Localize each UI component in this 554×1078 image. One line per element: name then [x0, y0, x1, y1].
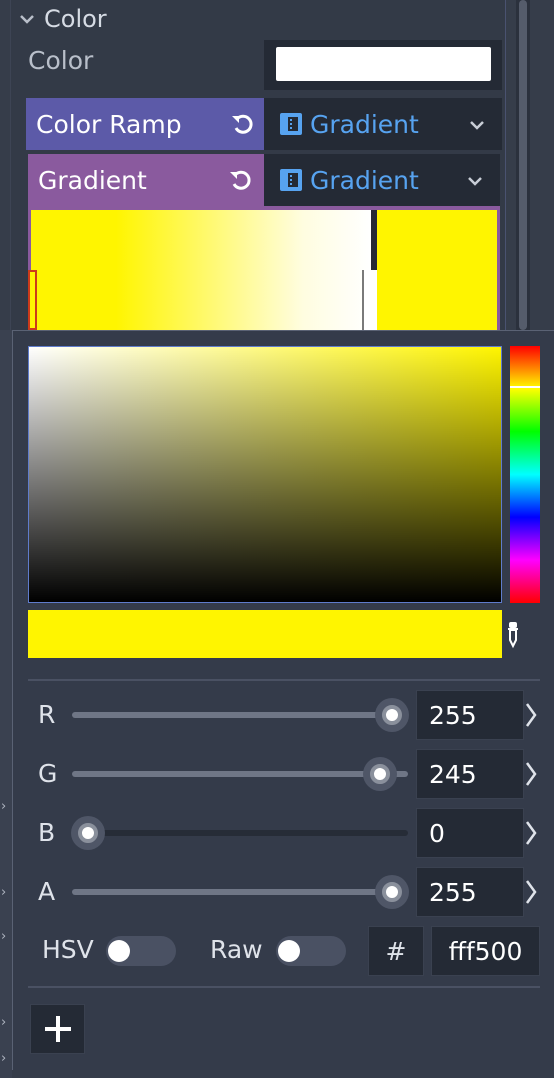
- hue-slider[interactable]: [510, 346, 540, 603]
- revert-icon[interactable]: [226, 165, 256, 195]
- slider-knob: [369, 764, 390, 784]
- chevron-right-icon[interactable]: ›: [1, 800, 11, 814]
- color-ramp-resource-picker[interactable]: Gradient: [264, 98, 502, 150]
- toggle-knob: [278, 940, 300, 962]
- channel-slider-b[interactable]: [72, 830, 408, 836]
- channel-value-b[interactable]: 0: [416, 808, 524, 858]
- chevron-right-icon[interactable]: ›: [1, 930, 11, 944]
- hsv-label: HSV: [42, 935, 94, 964]
- add-preset-button[interactable]: [30, 1004, 85, 1054]
- gradient-resource-name: Gradient: [310, 165, 419, 195]
- gradient-label: Gradient: [38, 165, 147, 195]
- chevron-down-icon[interactable]: [466, 172, 484, 190]
- color-swatch[interactable]: [276, 47, 491, 81]
- plus-icon: [44, 1016, 71, 1042]
- chevron-right-icon[interactable]: ›: [1, 1016, 11, 1030]
- hsv-toggle[interactable]: [106, 936, 176, 966]
- gradient-resource-picker[interactable]: Gradient: [264, 154, 500, 206]
- color-ramp-label: Color Ramp: [36, 109, 182, 139]
- channel-label-r: R: [38, 700, 56, 729]
- saturation-value-picker[interactable]: [28, 346, 502, 603]
- channel-value-g[interactable]: 245: [416, 749, 524, 799]
- gradient-stop-handle[interactable]: [362, 270, 377, 330]
- chevron-right-icon[interactable]: [524, 818, 538, 848]
- inspector-left-strip: [0, 330, 12, 1078]
- channel-label-b: B: [38, 818, 56, 847]
- channel-label-a: A: [38, 877, 56, 906]
- gradient-resource-icon: [280, 113, 302, 135]
- section-title: Color: [44, 5, 107, 33]
- gradient-bar[interactable]: [31, 210, 371, 330]
- eyedropper-icon[interactable]: [504, 620, 522, 650]
- color-preview: [28, 610, 502, 658]
- property-label-gradient: Gradient: [28, 154, 264, 206]
- color-ramp-resource-name: Gradient: [310, 109, 419, 139]
- separator: [28, 986, 540, 988]
- channel-slider-r[interactable]: [72, 712, 408, 718]
- gradient-selected-color-preview[interactable]: [377, 210, 497, 330]
- separator: [28, 679, 540, 681]
- gradient-resource-icon: [280, 169, 302, 191]
- section-color-header[interactable]: Color: [18, 4, 107, 34]
- chevron-right-icon[interactable]: [524, 877, 538, 907]
- channel-value-r[interactable]: 255: [416, 690, 524, 740]
- channel-value-a[interactable]: 255: [416, 867, 524, 917]
- chevron-right-icon[interactable]: [524, 759, 538, 789]
- property-label-color: Color: [28, 46, 94, 75]
- slider-knob: [78, 823, 98, 843]
- slider-grabber[interactable]: [362, 757, 397, 791]
- revert-icon[interactable]: [228, 109, 258, 139]
- toggle-knob: [108, 940, 130, 962]
- scrollbar-thumb[interactable]: [519, 0, 527, 330]
- hex-input[interactable]: fff500: [431, 926, 540, 976]
- slider-grabber[interactable]: [375, 698, 409, 732]
- property-label-color-ramp: Color Ramp: [26, 98, 264, 150]
- channel-slider-g[interactable]: [72, 771, 408, 777]
- chevron-down-icon: [20, 15, 34, 24]
- slider-grabber[interactable]: [375, 875, 409, 909]
- hex-hash-button[interactable]: #: [368, 926, 424, 976]
- gradient-stop-handle[interactable]: [28, 270, 37, 330]
- raw-toggle[interactable]: [276, 936, 346, 966]
- slider-knob: [382, 705, 402, 725]
- chevron-right-icon[interactable]: [524, 700, 538, 730]
- channel-label-g: G: [38, 759, 58, 788]
- slider-grabber[interactable]: [71, 816, 105, 850]
- chevron-right-icon[interactable]: ›: [1, 886, 11, 900]
- chevron-down-icon[interactable]: [468, 116, 486, 134]
- channel-slider-a[interactable]: [72, 889, 408, 895]
- raw-label: Raw: [210, 935, 263, 964]
- chevron-right-icon[interactable]: ›: [1, 1052, 11, 1066]
- slider-knob: [382, 882, 402, 902]
- hue-indicator[interactable]: [510, 386, 540, 388]
